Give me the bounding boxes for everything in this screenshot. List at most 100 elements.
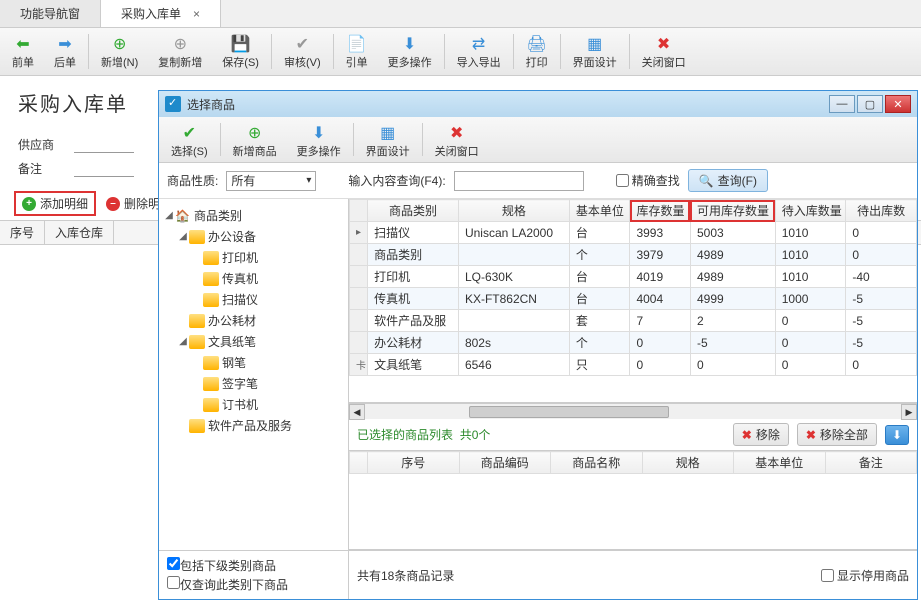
col-pending-out[interactable]: 待出库数	[846, 200, 917, 222]
main-toolbar: ⬅前单 ➡后单 ⊕新增(N) ⊕复制新增 💾保存(S) ✔审核(V) 📄引单 ⬇…	[0, 28, 921, 76]
tree-node[interactable]: ◢办公设备	[163, 226, 344, 247]
plus-icon: +	[22, 197, 36, 211]
copy-add-button[interactable]: ⊕复制新增	[148, 30, 212, 73]
close-icon[interactable]: ×	[193, 7, 200, 21]
query-button[interactable]: 🔍查询(F)	[688, 169, 768, 192]
add-product-button[interactable]: ⊕新增商品	[223, 119, 287, 160]
sel-col-remark[interactable]: 备注	[825, 452, 917, 474]
tree-leaf[interactable]: 打印机	[163, 247, 344, 268]
exact-checkbox[interactable]: 精确查找	[616, 172, 680, 189]
dialog-icon	[165, 96, 181, 112]
sel-col-code[interactable]: 商品编码	[459, 452, 551, 474]
supplier-label: 供应商	[18, 136, 74, 153]
filter-bar: 商品性质: 所有 输入内容查询(F4): 精确查找 🔍查询(F)	[159, 163, 917, 199]
sel-col-name[interactable]: 商品名称	[551, 452, 643, 474]
close-button[interactable]: ✕	[885, 95, 911, 113]
query-input[interactable]	[454, 171, 584, 191]
remove-all-button[interactable]: ✖移除全部	[797, 423, 877, 446]
import-export-button[interactable]: ⇄导入导出	[447, 30, 511, 73]
dialog-close-button[interactable]: ✖关闭窗口	[425, 119, 489, 160]
col-avail[interactable]: 可用库存数量	[690, 200, 775, 222]
include-children-checkbox[interactable]: 包括下级类别商品	[167, 557, 340, 574]
table-row[interactable]: 卡文具纸笔6546只0000	[350, 354, 917, 376]
table-row[interactable]: 商品类别个3979498910100	[350, 244, 917, 266]
horizontal-scrollbar[interactable]: ◀ ▶	[349, 403, 917, 419]
close-window-button[interactable]: ✖关闭窗口	[632, 30, 696, 73]
main-window: 功能导航窗 采购入库单 × ⬅前单 ➡后单 ⊕新增(N) ⊕复制新增 💾保存(S…	[0, 0, 921, 603]
add-button[interactable]: ⊕新增(N)	[91, 30, 148, 73]
tab-nav[interactable]: 功能导航窗	[0, 0, 101, 27]
table-row[interactable]: ▸扫描仪Uniscan LA2000台3993500310100	[350, 222, 917, 244]
remark-input[interactable]	[74, 159, 134, 177]
col-spec[interactable]: 规格	[458, 200, 569, 222]
col-unit[interactable]: 基本单位	[569, 200, 630, 222]
tree-leaf[interactable]: 钢笔	[163, 352, 344, 373]
minimize-button[interactable]: —	[829, 95, 855, 113]
selected-grid[interactable]: 序号 商品编码 商品名称 规格 基本单位 备注	[349, 450, 917, 550]
table-row[interactable]: 软件产品及服套720-5	[350, 310, 917, 332]
select-product-dialog: 选择商品 — ▢ ✕ ✔选择(S) ⊕新增商品 ⬇更多操作 ▦界面设计 ✖关闭窗…	[158, 90, 918, 600]
folder-icon	[203, 293, 219, 307]
remove-button[interactable]: ✖移除	[733, 423, 789, 446]
col-pending-in[interactable]: 待入库数量	[775, 200, 846, 222]
folder-icon	[203, 251, 219, 265]
dialog-footer: 包括下级类别商品 仅查询此类别下商品 共有18条商品记录 显示停用商品	[159, 550, 917, 599]
show-stopped-checkbox[interactable]: 显示停用商品	[821, 567, 909, 584]
tree-leaf[interactable]: 订书机	[163, 394, 344, 415]
scroll-thumb[interactable]	[469, 406, 669, 418]
add-detail-button[interactable]: +添加明细	[14, 191, 96, 216]
sel-col-unit[interactable]: 基本单位	[734, 452, 826, 474]
tree-leaf[interactable]: 扫描仪	[163, 289, 344, 310]
sel-col-seq[interactable]: 序号	[368, 452, 460, 474]
remove-icon: ✖	[806, 428, 816, 442]
next-button[interactable]: ➡后单	[44, 30, 86, 73]
prev-button[interactable]: ⬅前单	[2, 30, 44, 73]
selected-bar: 已选择的商品列表 共0个 ✖移除 ✖移除全部 ⬇	[349, 419, 917, 450]
ref-button[interactable]: 📄引单	[336, 30, 378, 73]
table-row[interactable]: 打印机LQ-630K台401949891010-40	[350, 266, 917, 288]
tree-leaf[interactable]: 传真机	[163, 268, 344, 289]
expand-button[interactable]: ⬇	[885, 425, 909, 445]
save-button[interactable]: 💾保存(S)	[212, 30, 269, 73]
design-button[interactable]: ▦界面设计	[563, 30, 627, 73]
product-grid[interactable]: 商品类别 规格 基本单位 库存数量 可用库存数量 待入库数量 待出库数 ▸扫描仪…	[349, 199, 917, 403]
maximize-button[interactable]: ▢	[857, 95, 883, 113]
home-icon: 🏠	[175, 209, 191, 223]
dialog-titlebar[interactable]: 选择商品 — ▢ ✕	[159, 91, 917, 117]
more-button[interactable]: ⬇更多操作	[378, 30, 442, 73]
tree-node[interactable]: 办公耗材	[163, 310, 344, 331]
dialog-more-button[interactable]: ⬇更多操作	[287, 119, 351, 160]
tree-leaf[interactable]: 签字笔	[163, 373, 344, 394]
folder-icon	[203, 377, 219, 391]
dialog-toolbar: ✔选择(S) ⊕新增商品 ⬇更多操作 ▦界面设计 ✖关闭窗口	[159, 117, 917, 163]
minus-icon: –	[106, 197, 120, 211]
folder-icon	[189, 314, 205, 328]
nature-select[interactable]: 所有	[226, 171, 316, 191]
tab-purchase[interactable]: 采购入库单 ×	[101, 0, 221, 27]
scroll-left-icon[interactable]: ◀	[349, 404, 365, 420]
col-seq: 序号	[0, 221, 45, 244]
dialog-design-button[interactable]: ▦界面设计	[356, 119, 420, 160]
col-category[interactable]: 商品类别	[368, 200, 459, 222]
total-records: 共有18条商品记录	[357, 567, 454, 584]
table-row[interactable]: 传真机KX-FT862CN台400449991000-5	[350, 288, 917, 310]
tree-root[interactable]: ◢🏠商品类别	[163, 205, 344, 226]
remove-icon: ✖	[742, 428, 752, 442]
scroll-right-icon[interactable]: ▶	[901, 404, 917, 420]
folder-icon	[203, 272, 219, 286]
select-button[interactable]: ✔选择(S)	[161, 119, 218, 160]
audit-button[interactable]: ✔审核(V)	[274, 30, 331, 73]
print-button[interactable]: 🖨打印	[516, 30, 558, 73]
remark-label: 备注	[18, 160, 74, 177]
folder-icon	[203, 398, 219, 412]
supplier-input[interactable]	[74, 135, 134, 153]
tree-node[interactable]: ◢文具纸笔	[163, 331, 344, 352]
sel-col-spec[interactable]: 规格	[642, 452, 734, 474]
delete-detail-button[interactable]: –删除明	[100, 191, 166, 216]
table-row[interactable]: 办公耗材802s个0-50-5	[350, 332, 917, 354]
nature-label: 商品性质:	[167, 172, 218, 189]
tree-node[interactable]: 软件产品及服务	[163, 415, 344, 436]
folder-icon	[189, 419, 205, 433]
only-this-checkbox[interactable]: 仅查询此类别下商品	[167, 576, 340, 593]
col-stock[interactable]: 库存数量	[630, 200, 691, 222]
